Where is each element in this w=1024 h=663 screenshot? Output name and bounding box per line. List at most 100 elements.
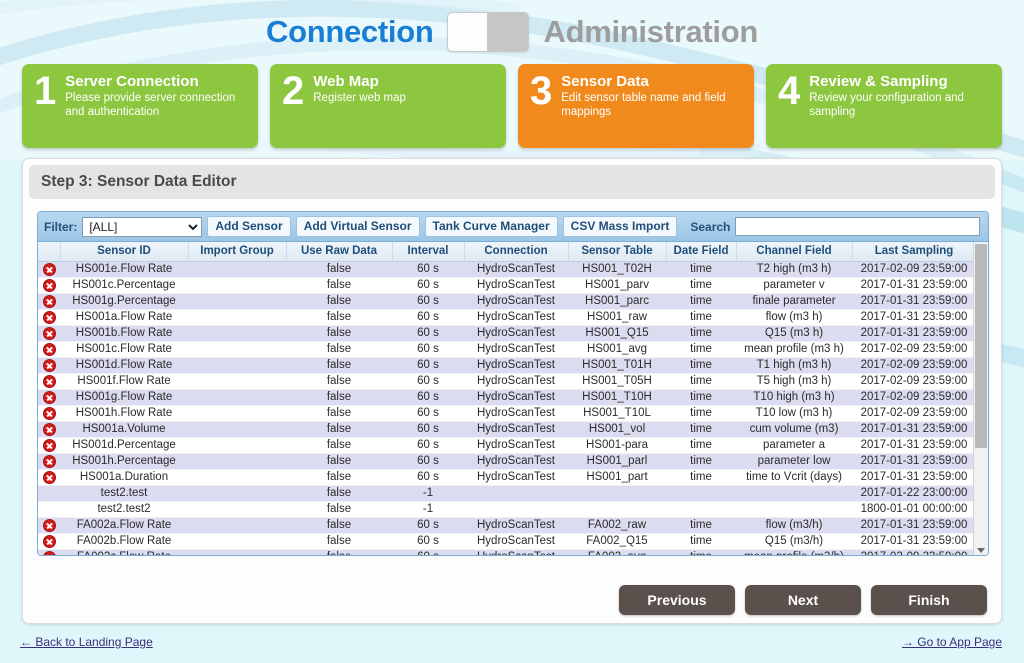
cell-interval: 60 s (392, 533, 464, 550)
delete-cell[interactable] (38, 389, 60, 406)
table-row[interactable]: HS001d.Flow Rate false 60 s HydroScanTest HS… (38, 357, 976, 374)
delete-icon[interactable] (42, 470, 56, 484)
table-row[interactable]: test2.test2 false -1 1800-01-01 00:00:00 (38, 501, 976, 518)
delete-cell[interactable] (38, 469, 60, 486)
cell-connection: HydroScanTest (464, 453, 568, 470)
wizard-step-1[interactable]: 1 Server Connection Please provide serve… (22, 64, 258, 148)
delete-icon[interactable] (42, 342, 56, 356)
table-row[interactable]: FA002a.Flow Rate false 60 s HydroScanTest FA… (38, 517, 976, 534)
table-row[interactable]: HS001d.Percentage false 60 s HydroScanTest H… (38, 437, 976, 454)
cell-sensor-id: HS001c.Flow Rate (60, 341, 188, 358)
cell-use-raw-data: false (286, 309, 392, 326)
table-row[interactable]: HS001h.Flow Rate false 60 s HydroScanTest HS… (38, 405, 976, 422)
wizard-step-2[interactable]: 2 Web Map Register web map (270, 64, 506, 148)
finish-button[interactable]: Finish (871, 585, 987, 615)
table-row[interactable]: FA002c.Flow Rate false60 sHydroScanTestFA… (38, 549, 976, 555)
scrollbar-thumb[interactable] (975, 244, 987, 448)
table-row[interactable]: test2.test false -1 2017-01-22 23:00:00 (38, 485, 976, 502)
go-to-app-page-link[interactable]: → Go to App Page (902, 635, 1002, 649)
table-row[interactable]: HS001f.Flow Rate false 60 s HydroScanTest HS… (38, 373, 976, 390)
vertical-scrollbar[interactable] (973, 242, 988, 555)
delete-icon[interactable] (42, 454, 56, 468)
back-to-landing-page-link[interactable]: ← Back to Landing Page (20, 635, 153, 649)
column-header-sensor-table[interactable]: Sensor Table (568, 242, 667, 262)
cell-use-raw-data: false (286, 341, 392, 358)
delete-icon[interactable] (42, 550, 56, 555)
add-sensor-button[interactable]: Add Sensor (207, 216, 291, 237)
column-header-connection[interactable]: Connection (464, 242, 569, 262)
table-row[interactable]: HS001b.Flow Rate false 60 s HydroScanTest HS… (38, 325, 976, 342)
cell-sensor-id: HS001g.Percentage (60, 293, 188, 310)
filter-select[interactable]: [ALL] (82, 216, 203, 237)
delete-cell[interactable] (38, 293, 60, 310)
search-input[interactable] (735, 217, 980, 236)
delete-icon[interactable] (42, 358, 56, 372)
cell-connection: HydroScanTest (464, 405, 568, 422)
cell-sensor-table: HS001_vol (568, 421, 666, 438)
column-header-channel-field[interactable]: Channel Field (736, 242, 853, 262)
cell-sensor-table: FA002_raw (568, 517, 666, 534)
wizard-steps: 1 Server Connection Please provide serve… (22, 64, 1002, 148)
previous-button[interactable]: Previous (619, 585, 735, 615)
table-row[interactable]: FA002b.Flow Rate false 60 s HydroScanTest FA… (38, 533, 976, 550)
column-header-last-sampling[interactable]: Last Sampling (852, 242, 977, 262)
delete-icon[interactable] (42, 326, 56, 340)
table-row[interactable]: HS001h.Percentage false 60 s HydroScanTest H… (38, 453, 976, 470)
cell-channel-field: T1 high (m3 h) (736, 357, 852, 374)
table-row[interactable]: HS001a.Volume false 60 s HydroScanTest HS001… (38, 421, 976, 438)
csv-mass-import-button[interactable]: CSV Mass Import (562, 216, 678, 237)
delete-cell[interactable] (38, 421, 60, 438)
column-header-interval[interactable]: Interval (392, 242, 465, 262)
column-header-use-raw-data[interactable]: Use Raw Data (286, 242, 393, 262)
cell-date-field: time (666, 533, 736, 550)
table-row[interactable]: HS001a.Flow Rate false 60 s HydroScanTest HS… (38, 309, 976, 326)
delete-cell[interactable] (38, 341, 60, 358)
delete-cell[interactable] (38, 309, 60, 326)
delete-icon[interactable] (42, 518, 56, 532)
delete-cell[interactable] (38, 533, 60, 550)
add-virtual-sensor-button[interactable]: Add Virtual Sensor (295, 216, 420, 237)
table-row[interactable]: HS001a.Duration false 60 s HydroScanTest HS0… (38, 469, 976, 486)
delete-cell[interactable] (38, 549, 60, 555)
delete-icon[interactable] (42, 294, 56, 308)
scroll-down-arrow-icon[interactable] (977, 548, 985, 553)
delete-icon[interactable] (42, 310, 56, 324)
table-row[interactable]: HS001c.Percentage false 60 s HydroScanTest H… (38, 277, 976, 294)
delete-cell[interactable] (38, 357, 60, 374)
column-header-date-field[interactable]: Date Field (666, 242, 737, 262)
column-header-delete[interactable] (38, 242, 61, 262)
delete-icon[interactable] (42, 406, 56, 420)
table-row[interactable]: HS001g.Flow Rate false 60 s HydroScanTest HS… (38, 389, 976, 406)
delete-icon[interactable] (42, 390, 56, 404)
delete-icon[interactable] (42, 262, 56, 276)
next-button[interactable]: Next (745, 585, 861, 615)
table-row[interactable]: HS001c.Flow Rate false 60 s HydroScanTest HS… (38, 341, 976, 358)
cell-sensor-table (568, 485, 666, 502)
delete-cell[interactable] (38, 453, 60, 470)
wizard-step-3[interactable]: 3 Sensor Data Edit sensor table name and… (518, 64, 754, 148)
delete-icon[interactable] (42, 422, 56, 436)
delete-cell[interactable] (38, 325, 60, 342)
cell-import-group (188, 341, 286, 358)
delete-cell[interactable] (38, 261, 60, 278)
delete-icon[interactable] (42, 374, 56, 388)
table-row[interactable]: HS001e.Flow Rate false 60 s HydroScanTest HS… (38, 261, 976, 278)
cell-last-sampling: 2017-01-22 23:00:00 (852, 485, 976, 502)
delete-cell[interactable] (38, 405, 60, 422)
delete-icon[interactable] (42, 278, 56, 292)
cell-interval: 60 s (392, 325, 464, 342)
column-header-sensor-id[interactable]: Sensor ID (60, 242, 189, 262)
delete-cell[interactable] (38, 517, 60, 534)
column-header-import-group[interactable]: Import Group (188, 242, 287, 262)
connection-administration-toggle[interactable] (447, 12, 530, 52)
delete-cell[interactable] (38, 277, 60, 294)
table-row[interactable]: HS001g.Percentage false 60 s HydroScanTest H… (38, 293, 976, 310)
delete-icon[interactable] (42, 438, 56, 452)
delete-cell[interactable] (38, 373, 60, 390)
tank-curve-manager-button[interactable]: Tank Curve Manager (424, 216, 558, 237)
wizard-step-4[interactable]: 4 Review & Sampling Review your configur… (766, 64, 1002, 148)
cell-sensor-table: HS001_T05H (568, 373, 666, 390)
delete-cell[interactable] (38, 437, 60, 454)
cell-sensor-table: HS001_T01H (568, 357, 666, 374)
delete-icon[interactable] (42, 534, 56, 548)
